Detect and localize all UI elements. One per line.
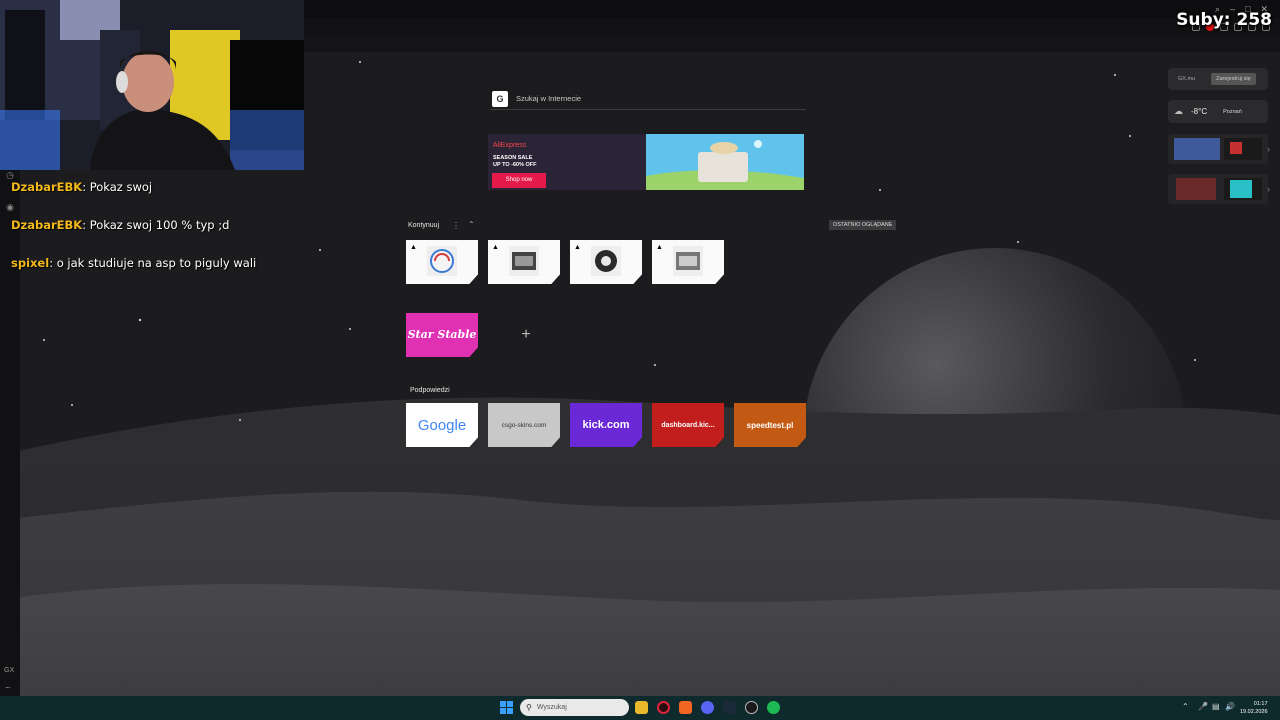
section-menu-icon[interactable]: ⋮ xyxy=(452,221,460,230)
search-icon: ⚲ xyxy=(526,703,532,712)
ad-text-panel: AliExpress SEASON SALE UP TO -60% OFF Sh… xyxy=(488,134,646,190)
ad-image xyxy=(646,134,804,190)
suggestion-label: Google xyxy=(417,416,467,434)
chat-username: DzabarEBK xyxy=(11,218,83,232)
volume-icon[interactable]: 🔊 xyxy=(1225,702,1235,711)
suggestion-tile-csgo-skins[interactable]: csgo-skins.com xyxy=(488,403,560,447)
chat-message: spixel: o jak studiuje na asp to piguly … xyxy=(11,256,257,270)
clock[interactable]: 01:17 19.02.2026 xyxy=(1240,700,1268,716)
obs-icon[interactable] xyxy=(745,701,758,714)
starstable-logo: Star Stable xyxy=(407,328,477,341)
opera-gx-icon[interactable] xyxy=(657,701,670,714)
chat-username: DzabarEBK xyxy=(11,180,83,194)
search-placeholder: Szukaj w Internecie xyxy=(516,94,582,103)
webcam-feed xyxy=(0,0,304,170)
chat-text: Pokaz swoj xyxy=(86,180,153,194)
windows-taskbar: ⚲ Wyszukaj ⌃ 🎤 ▤ 🔊 01:17 19.02.2026 xyxy=(0,696,1280,720)
collapse-chevron-icon[interactable]: ⌃ xyxy=(468,220,475,229)
gx-mu-link[interactable]: GX.mu xyxy=(1178,76,1195,82)
adidas-logo-icon: ▲ xyxy=(410,244,417,251)
suggestion-label: kick.com xyxy=(582,419,630,431)
adidas-logo-icon: ▲ xyxy=(574,244,581,251)
register-button[interactable]: Zarejestruj się xyxy=(1211,73,1256,85)
box-thumbnail xyxy=(509,246,539,276)
stream-chat: DzabarEBK: Pokaz swoj DzabarEBK: Pokaz s… xyxy=(11,180,256,294)
ad-headline: SEASON SALE xyxy=(493,155,533,161)
history-icon[interactable]: ◷ xyxy=(5,170,15,180)
suggestion-tile-kick[interactable]: kick.com xyxy=(570,403,642,447)
chevron-right-icon[interactable]: › xyxy=(1267,144,1270,154)
subscriber-counter: Suby: 258 xyxy=(1176,10,1272,30)
shop-now-button[interactable]: Shop now xyxy=(492,173,546,188)
chat-message: DzabarEBK: Pokaz swoj xyxy=(11,180,153,194)
chat-message: DzabarEBK: Pokaz swoj 100 % typ ;d xyxy=(11,218,230,232)
taskbar-search-placeholder: Wyszukaj xyxy=(536,704,567,711)
promo-widget[interactable] xyxy=(1168,174,1268,204)
start-button[interactable] xyxy=(500,701,513,714)
network-icon[interactable]: ▤ xyxy=(1212,702,1220,711)
address-bar[interactable] xyxy=(304,36,1280,52)
suggestion-label: dashboard.kic... xyxy=(661,421,715,429)
chat-username: spixel xyxy=(11,256,50,270)
suggestions-label: Podpowiedzi xyxy=(410,387,450,394)
continue-tile[interactable]: ▲ xyxy=(570,240,642,284)
aliexpress-banner[interactable]: AliExpress SEASON SALE UP TO -60% OFF Sh… xyxy=(488,134,804,190)
adidas-logo-icon: ▲ xyxy=(656,244,663,251)
google-icon: G xyxy=(492,90,508,107)
tray-chevron-icon[interactable]: ⌃ xyxy=(1182,702,1189,711)
suggestion-tile-speedtest[interactable]: speedtest.pl xyxy=(734,403,806,447)
brave-icon[interactable] xyxy=(679,701,692,714)
ad-subline: UP TO -60% OFF xyxy=(493,162,537,168)
clock-date: 19.02.2026 xyxy=(1240,709,1268,715)
city: Poznań xyxy=(1223,108,1242,115)
chevron-right-icon[interactable]: › xyxy=(1267,184,1270,194)
tab-strip[interactable] xyxy=(304,18,1280,36)
ball-thumbnail xyxy=(427,246,457,276)
continue-tile[interactable]: ▲ xyxy=(488,240,560,284)
cloud-icon: ☁ xyxy=(1174,106,1183,116)
weather-widget[interactable]: ☁ -8°C Poznań xyxy=(1168,100,1268,123)
chat-text: o jak studiuje na asp to piguly wali xyxy=(53,256,257,270)
gx-account-widget: GX.mu Zarejestruj się xyxy=(1168,68,1268,90)
add-speed-dial-button[interactable]: + xyxy=(497,313,555,357)
continue-tile[interactable]: ▲ xyxy=(406,240,478,284)
ad-brand: AliExpress xyxy=(493,142,527,149)
ball-thumbnail xyxy=(591,246,621,276)
discord-icon[interactable] xyxy=(701,701,714,714)
spotify-icon[interactable] xyxy=(767,701,780,714)
taskbar-search[interactable]: ⚲ Wyszukaj xyxy=(520,699,629,716)
temperature: -8°C xyxy=(1191,107,1208,116)
suggestion-label: csgo-skins.com xyxy=(501,421,547,429)
clock-time: 01:17 xyxy=(1253,701,1268,707)
search-box[interactable]: G Szukaj w Internecie xyxy=(490,88,806,110)
adidas-logo-icon: ▲ xyxy=(492,244,499,251)
games-widget[interactable] xyxy=(1168,134,1268,164)
more-icon[interactable]: ... xyxy=(5,680,10,690)
file-explorer-icon[interactable] xyxy=(635,701,648,714)
suggestion-tile-google[interactable]: Google xyxy=(406,403,478,447)
gx-control-icon[interactable]: GX xyxy=(4,667,14,674)
continue-label: Kontynuuj xyxy=(408,222,440,229)
chat-text: Pokaz swoj 100 % typ ;d xyxy=(86,218,230,232)
continue-tile[interactable]: ▲ xyxy=(652,240,724,284)
microphone-icon[interactable]: 🎤 xyxy=(1198,702,1208,711)
box-thumbnail xyxy=(673,246,703,276)
starstable-tile[interactable]: Star Stable xyxy=(406,313,478,357)
recently-viewed-tag[interactable]: OSTATNIO OGLĄDANE xyxy=(829,220,897,230)
suggestion-tile-dashboard-kick[interactable]: dashboard.kic... xyxy=(652,403,724,447)
steam-icon[interactable] xyxy=(723,701,736,714)
suggestion-label: speedtest.pl xyxy=(746,420,794,430)
